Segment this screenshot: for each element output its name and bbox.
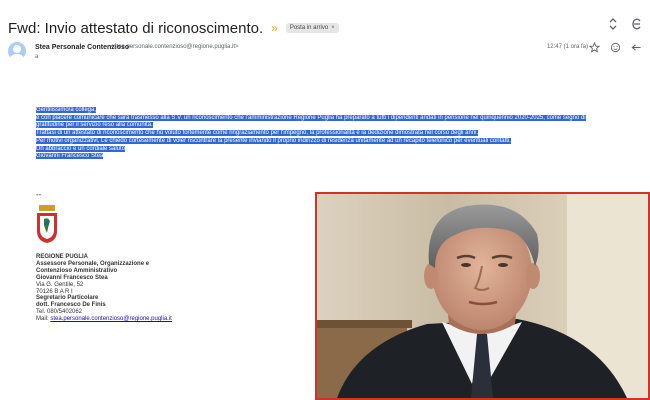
- body-line-text: Un abbraccio e un cordiale saluto: [36, 145, 126, 152]
- signature-role: Contenzioso Amministrativo: [36, 267, 118, 274]
- sender-row: Stea Personale Contenzioso <stea.persona…: [8, 41, 642, 64]
- body-line: Trattasi di un attestato di riconoscimen…: [36, 130, 641, 138]
- recipient-line[interactable]: a: [35, 54, 38, 60]
- signature-secretary-title: Segretario Particolare: [36, 295, 99, 302]
- remove-label-icon[interactable]: ×: [331, 25, 335, 31]
- signature-org: REGIONE PUGLIA: [36, 254, 89, 260]
- signature-separator: --: [36, 190, 42, 199]
- signature-role: Assessore Personale, Organizzazione e: [36, 260, 150, 267]
- sender-email: <stea.personale.contenzioso@regione.pugl…: [110, 44, 239, 50]
- signature-city: 70126 B A R I: [36, 288, 73, 295]
- email-subject: Fwd: Invio attestato di riconoscimento.: [8, 19, 264, 37]
- signature-secretary-name: dott. Francesco De Finis: [36, 302, 106, 309]
- body-line: è con piacere comunicare che sarà trasme…: [36, 114, 641, 123]
- signature-mail: Mail: stea.personale.contenzioso@regione…: [36, 316, 172, 323]
- message-actions: [588, 41, 642, 56]
- header-actions: [608, 18, 642, 33]
- open-in-new-window-icon[interactable]: [632, 18, 642, 33]
- body-line: Giovanni Francesco Stea: [36, 153, 641, 161]
- regione-puglia-logo-icon: [36, 203, 58, 248]
- body-line-text: Trattasi di un attestato di riconoscimen…: [36, 130, 479, 137]
- email-header: Fwd: Invio attestato di riconoscimento. …: [8, 16, 339, 40]
- email-signature: REGIONE PUGLIA Assessore Personale, Orga…: [36, 254, 172, 323]
- emoji-reaction-icon[interactable]: [610, 42, 621, 56]
- important-marker-icon[interactable]: »: [271, 21, 278, 35]
- body-line-text: gratitudine per il servizio reso alla co…: [36, 122, 153, 129]
- reply-icon[interactable]: [631, 42, 642, 56]
- inbox-label-chip[interactable]: Posta in arrivo ×: [285, 23, 339, 33]
- signature-street: Via G. Gentile, 52: [36, 281, 84, 288]
- star-icon[interactable]: [588, 41, 601, 56]
- expand-icon[interactable]: [608, 18, 618, 33]
- signature-mail-link[interactable]: stea.personale.contenzioso@regione.pugli…: [50, 316, 172, 322]
- body-line-text: Giovanni Francesco Stea: [36, 153, 104, 160]
- body-line-text: Per motivi organizzativi, Le chiedo cort…: [36, 137, 511, 144]
- portrait-photo: [315, 192, 650, 400]
- inbox-label-text: Posta in arrivo: [289, 25, 329, 31]
- signature-person: Giovanni Francesco Stea: [36, 274, 108, 281]
- email-timestamp: 12:47 (1 ora fa): [546, 44, 588, 50]
- body-line: Gentilissimo/a collega,: [36, 107, 641, 115]
- body-line: gratitudine per il servizio reso alla co…: [36, 122, 641, 130]
- signature-tel: Tel. 080/5402062: [36, 309, 83, 316]
- email-body: Gentilissimo/a collega, è con piacere co…: [36, 107, 641, 161]
- body-line-text: è con piacere comunicare che sarà trasme…: [36, 114, 586, 121]
- body-line: Per motivi organizzativi, Le chiedo cort…: [36, 137, 641, 146]
- body-line-text: Gentilissimo/a collega,: [36, 107, 97, 113]
- user-avatar-icon[interactable]: [8, 42, 26, 60]
- body-line: Un abbraccio e un cordiale saluto: [36, 145, 641, 154]
